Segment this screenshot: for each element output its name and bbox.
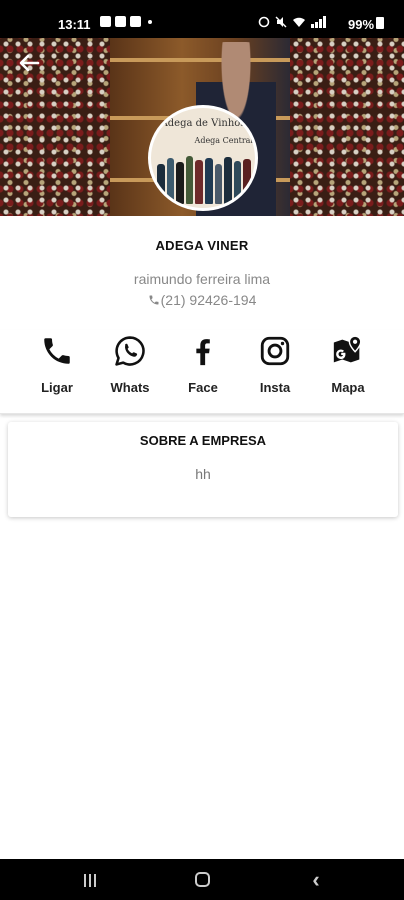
recent-apps-button[interactable] bbox=[60, 859, 120, 900]
alarm-icon bbox=[258, 16, 270, 28]
logo-title: Adega de Vinhos bbox=[160, 118, 246, 129]
wine-rack-right bbox=[290, 38, 404, 216]
instagram-button[interactable]: Insta bbox=[245, 330, 305, 404]
message-notification-icon bbox=[130, 16, 141, 27]
contact-actions: Ligar Whats Face Insta Mapa bbox=[0, 330, 404, 414]
signal-icon bbox=[311, 16, 326, 28]
map-button[interactable]: Mapa bbox=[318, 330, 378, 404]
map-label: Mapa bbox=[331, 380, 365, 395]
wine-rack-left bbox=[0, 38, 110, 216]
gallery-notification-icon bbox=[100, 16, 111, 27]
home-button[interactable] bbox=[172, 859, 232, 900]
whatsapp-label: Whats bbox=[110, 380, 150, 395]
company-logo: Adega de Vinhos Adega Central bbox=[148, 105, 258, 211]
battery-level: 99% bbox=[348, 17, 375, 32]
about-title: SOBRE A EMPRESA bbox=[139, 433, 267, 448]
message-notification-icon bbox=[115, 16, 126, 27]
call-button[interactable]: Ligar bbox=[27, 330, 87, 404]
battery-icon bbox=[376, 17, 384, 29]
about-company-card: SOBRE A EMPRESA hh bbox=[8, 422, 398, 517]
notification-icons bbox=[100, 16, 152, 27]
about-text: hh bbox=[195, 466, 211, 482]
map-icon bbox=[333, 335, 362, 363]
back-button[interactable] bbox=[18, 52, 46, 76]
system-icons bbox=[258, 16, 329, 28]
instagram-label: Insta bbox=[259, 380, 291, 395]
logo-subtitle: Adega Central bbox=[194, 136, 253, 145]
phone-number-text: (21) 92426-194 bbox=[160, 292, 257, 308]
status-bar: 13:11 99% bbox=[0, 0, 404, 38]
navigation-bar: ‹ bbox=[0, 859, 404, 900]
wifi-icon bbox=[293, 17, 305, 27]
instagram-icon bbox=[260, 336, 290, 366]
phone-small-icon bbox=[149, 295, 159, 305]
call-label: Ligar bbox=[41, 380, 73, 395]
facebook-button[interactable]: Face bbox=[173, 330, 233, 404]
whatsapp-icon bbox=[115, 336, 145, 366]
whatsapp-button[interactable]: Whats bbox=[100, 330, 160, 404]
recent-apps-icon bbox=[84, 874, 86, 887]
logo-bottles bbox=[157, 152, 251, 204]
phone-number[interactable]: (21) 92426-194 bbox=[0, 292, 404, 308]
mute-icon bbox=[275, 16, 287, 28]
phone-icon bbox=[44, 338, 70, 364]
more-notifications-icon bbox=[148, 20, 152, 24]
company-name: ADEGA VINER bbox=[155, 238, 249, 253]
arrow-left-icon bbox=[19, 54, 40, 72]
system-back-button[interactable]: ‹ bbox=[286, 859, 346, 900]
owner-name: raimundo ferreira lima bbox=[133, 271, 271, 287]
facebook-label: Face bbox=[188, 380, 218, 395]
status-time: 13:11 bbox=[58, 17, 91, 32]
facebook-icon bbox=[196, 339, 210, 366]
home-icon bbox=[195, 872, 210, 887]
